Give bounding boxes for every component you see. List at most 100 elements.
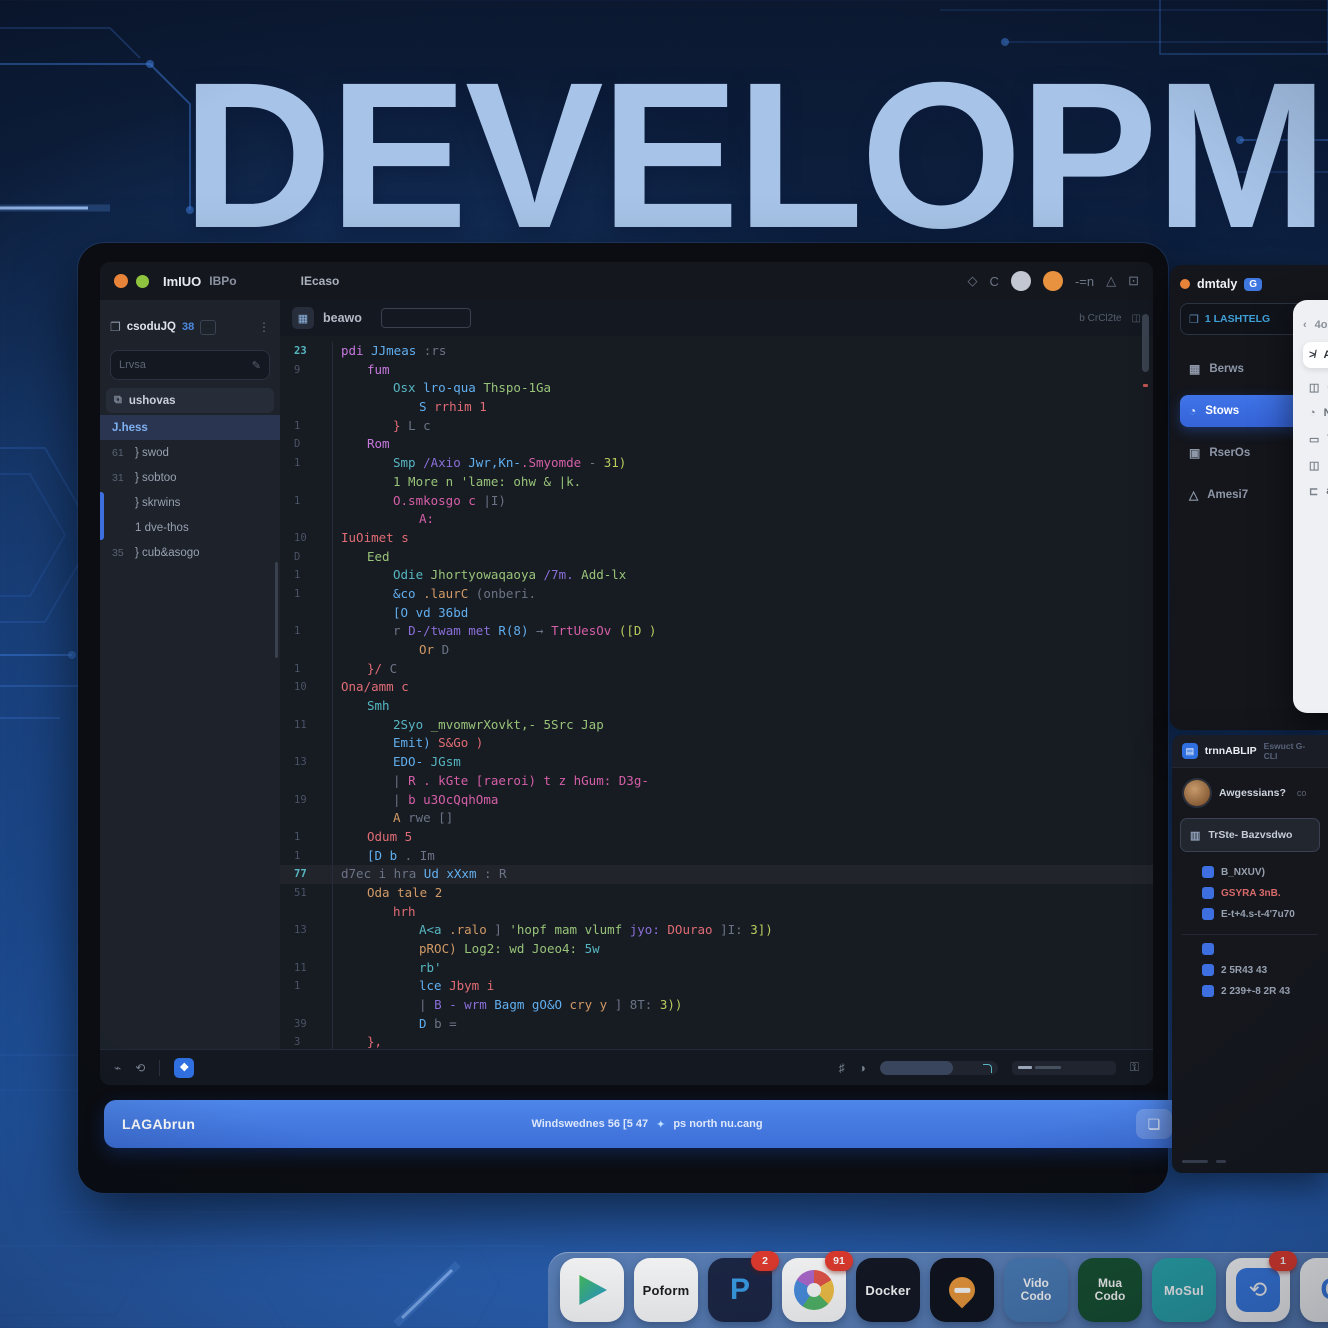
popover-item[interactable]: ⊏a [1303, 478, 1328, 504]
task-item[interactable]: 2 5R43 43 [1202, 964, 1314, 976]
terminal-icon[interactable]: ⌁ [114, 1061, 121, 1075]
code-token: A<a [419, 922, 449, 937]
panel-footer-toolbar [1182, 1160, 1226, 1163]
code-text: Or D [332, 641, 449, 660]
code-line: 1Smp /Axio Jwr,Kn-.Smyomde - 31) [280, 454, 1153, 473]
tree-item[interactable]: 31} sobtoo [100, 465, 280, 490]
tree-item[interactable]: } skrwins [100, 490, 280, 515]
clipped-app[interactable]: G [1300, 1258, 1328, 1322]
task-item[interactable]: 2 239+-8 2R 43 [1202, 985, 1314, 997]
postman-like-app[interactable]: Poform [634, 1258, 698, 1322]
tab-filename[interactable]: beawo [323, 311, 362, 325]
tree-item[interactable]: ⧉ushovas [106, 388, 274, 413]
line-number [280, 809, 332, 828]
line-number: 1 [280, 492, 332, 511]
layout-icon[interactable]: ⊡ [1128, 273, 1139, 289]
notification-badge: 1 [1269, 1251, 1297, 1271]
line-number: 9 [280, 361, 332, 380]
selected-task-row[interactable]: ▥ TrSte- Bazvsdwo [1180, 818, 1320, 852]
media-player-app[interactable] [560, 1258, 624, 1322]
split-editor-icon[interactable]: ◫ [1132, 313, 1141, 324]
user-row[interactable]: Awgessians? co [1172, 768, 1328, 816]
monitor-frame: ImIUO IBPo IEcaso ◇C-=n△⊡ ❐ csoduJQ 38 ⋮… [78, 243, 1168, 1193]
spark-icon[interactable]: ◇ [968, 273, 978, 289]
browser-app[interactable]: 91 [782, 1258, 846, 1322]
tree-item[interactable]: J.hess [100, 415, 280, 440]
tree-item[interactable]: 1 dve-thos [100, 515, 280, 540]
c-icon[interactable]: C [990, 274, 999, 289]
close-button[interactable] [114, 274, 128, 288]
play-icon [577, 1275, 607, 1305]
code-line: 13A<a .ralo ] 'hopf mam vlumf jyo: DOura… [280, 921, 1153, 940]
cup-app[interactable]: ⟲1 [1226, 1258, 1290, 1322]
popover-back[interactable]: ‹ 4o [1303, 314, 1328, 336]
code-line: Emit) S&Go ) [280, 734, 1153, 753]
line-number: 1 [280, 660, 332, 679]
sync-icon[interactable]: ⟲ [135, 1061, 145, 1075]
task-item[interactable]: E-t+4.s-t-4'7u70 [1202, 908, 1314, 920]
dock: PoformP291Docker Vido CodoMua CodoMoSul⟲1… [548, 1252, 1328, 1328]
language-logo[interactable]: ❖ [174, 1058, 194, 1078]
code-token: - [581, 455, 604, 470]
task-item[interactable]: GSYRA 3nB. [1202, 887, 1314, 899]
popover-item[interactable]: ≯Ar [1303, 342, 1328, 368]
avatar-gray[interactable] [1011, 271, 1031, 291]
code-token: Bagm gO&O [494, 997, 569, 1012]
tree-item[interactable]: 35} cub&asogo [100, 540, 280, 565]
line-number: 3 [280, 1033, 332, 1049]
line-number [280, 604, 332, 623]
status-icon-b[interactable]: ◑ [859, 1061, 866, 1075]
code-area[interactable]: 23pdi JJmeas :rs9fumOsx lro-qua Thspo-1G… [280, 336, 1153, 1049]
popover-item[interactable]: ◫c [1303, 374, 1328, 400]
mua-code-app[interactable]: Mua Codo [1078, 1258, 1142, 1322]
popover-item[interactable]: ◫n [1303, 452, 1328, 478]
tree-item[interactable]: 61} swod [100, 440, 280, 465]
video-code-app[interactable]: Vido Codo [1004, 1258, 1068, 1322]
mosul-app[interactable]: MoSul [1152, 1258, 1216, 1322]
code-token: hrh [393, 904, 416, 919]
avatar-orange[interactable] [1043, 271, 1063, 291]
code-line: 1 More n 'lame: ohw & |k. [280, 473, 1153, 492]
p-messenger-app[interactable]: P2 [708, 1258, 772, 1322]
zoom-button[interactable] [136, 275, 149, 288]
popover-item-label: N [1324, 407, 1328, 419]
code-text: Smh [332, 697, 390, 716]
task-item[interactable]: B_NXUV) [1202, 866, 1314, 878]
popover-item[interactable]: ▭T [1303, 426, 1328, 452]
line-number: 10 [280, 529, 332, 548]
cloud-icon[interactable]: △ [1106, 273, 1116, 289]
map-pin-app[interactable] [930, 1258, 994, 1322]
status-icon-c[interactable]: ⚿ [1130, 1060, 1139, 1075]
search-text: Lrvsa [119, 359, 146, 371]
code-token: ]I: [720, 922, 750, 937]
editor-scrollbar[interactable] [1142, 314, 1149, 372]
tree-item-number: 61 [112, 447, 128, 459]
task-icon: ▥ [1190, 829, 1200, 842]
task-bullet-icon [1202, 866, 1214, 878]
status-icon-a[interactable]: ♯ [839, 1061, 845, 1075]
pinwheel-icon [794, 1270, 834, 1310]
scrollbar-error-mark [1143, 384, 1148, 387]
code-token: S&Go ) [438, 735, 483, 750]
line-number: 1 [280, 622, 332, 641]
code-token: DOurao [667, 922, 720, 937]
code-text: pROC) Log2: wd Joeo4: 5w [332, 940, 600, 959]
code-token: ] [494, 922, 509, 937]
avatar [1184, 780, 1210, 806]
project-icon: ❐ [110, 320, 121, 334]
docker-app[interactable]: Docker [856, 1258, 920, 1322]
code-line: 23pdi JJmeas :rs [280, 342, 1153, 361]
code-token: pdi [341, 343, 371, 358]
task-item[interactable] [1202, 943, 1314, 955]
notification-bar[interactable]: LAGAbrun Windswednes 56 [5 47 ✦ ps north… [104, 1100, 1190, 1148]
notification-action-button[interactable]: ❏ [1136, 1109, 1172, 1139]
code-line: A: [280, 510, 1153, 529]
code-token: Rom [367, 436, 390, 451]
sidebar-menu-icon[interactable]: ⋮ [258, 320, 270, 334]
code-token: [O vd 36bd [393, 605, 468, 620]
sidebar-scrollbar[interactable] [275, 562, 278, 658]
titlebar-actions: ◇ C -=n △ ⊡ [968, 271, 1139, 291]
popover-item[interactable]: ◔N [1303, 400, 1328, 426]
sidebar-search-input[interactable]: Lrvsa ✎ [110, 350, 270, 380]
meta-dashes[interactable]: -=n [1075, 274, 1094, 289]
